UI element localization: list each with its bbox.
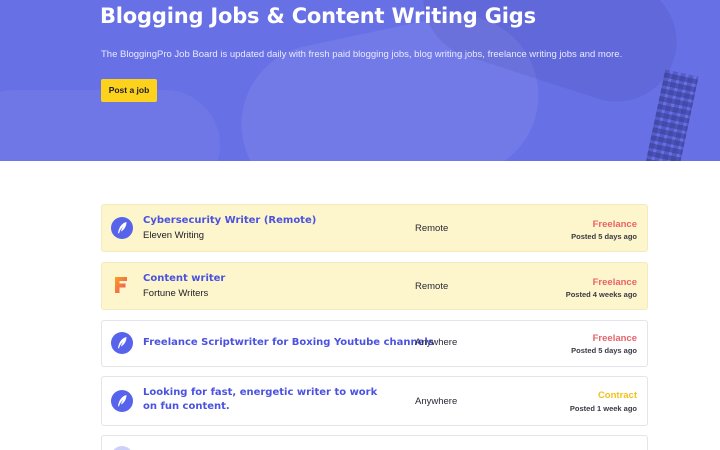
posted-date: Posted 4 weeks ago bbox=[565, 290, 637, 299]
letter-f-logo bbox=[114, 276, 132, 298]
posted-date: Posted 1 week ago bbox=[569, 404, 637, 413]
job-type-badge: Freelance bbox=[592, 219, 637, 230]
job-listing[interactable] bbox=[101, 435, 648, 450]
job-location: Remote bbox=[415, 281, 449, 292]
job-location: Anywhere bbox=[415, 396, 458, 407]
job-listing[interactable]: Looking for fast, energetic writer to wo… bbox=[101, 376, 648, 426]
company-name: Fortune Writers bbox=[143, 288, 209, 299]
hero-banner: Blogging Jobs & Content Writing Gigs The… bbox=[0, 0, 720, 161]
job-listing[interactable]: Cybersecurity Writer (Remote) Eleven Wri… bbox=[101, 204, 648, 252]
quill-icon bbox=[111, 332, 133, 354]
job-listing[interactable]: Freelance Scriptwriter for Boxing Youtub… bbox=[101, 320, 648, 367]
quill-icon bbox=[111, 217, 133, 239]
job-title-link[interactable]: Content writer bbox=[143, 272, 225, 286]
quill-icon bbox=[111, 446, 133, 450]
job-type-badge: Freelance bbox=[592, 333, 637, 344]
job-type-badge: Freelance bbox=[592, 277, 637, 288]
quill-icon bbox=[111, 390, 133, 412]
job-title-link[interactable]: Freelance Scriptwriter for Boxing Youtub… bbox=[143, 336, 434, 350]
job-listing[interactable]: Content writer Fortune Writers Remote Fr… bbox=[101, 262, 648, 310]
company-name: Eleven Writing bbox=[143, 230, 205, 241]
posted-date: Posted 5 days ago bbox=[571, 232, 637, 241]
job-location: Anywhere bbox=[415, 337, 458, 348]
page-subtitle: The BloggingPro Job Board is updated dai… bbox=[101, 49, 623, 60]
posted-date: Posted 5 days ago bbox=[571, 346, 637, 355]
post-job-button[interactable]: Post a job bbox=[101, 79, 157, 102]
page-title: Blogging Jobs & Content Writing Gigs bbox=[100, 4, 536, 28]
job-title-link[interactable]: Cybersecurity Writer (Remote) bbox=[143, 214, 316, 228]
job-type-badge: Contract bbox=[597, 390, 637, 401]
job-title-link[interactable]: Looking for fast, energetic writer to wo… bbox=[143, 386, 383, 414]
job-location: Remote bbox=[415, 223, 449, 234]
